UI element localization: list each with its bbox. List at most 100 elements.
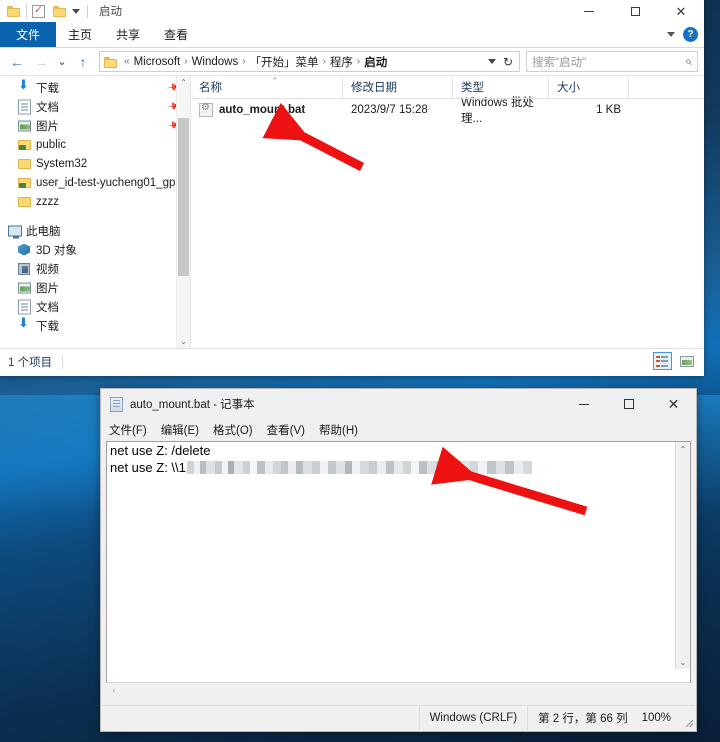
nav-list: 下载 📌 文档 📌 图片 📌 publi xyxy=(0,76,190,335)
chevron-down-icon[interactable] xyxy=(72,8,80,14)
sidebar-item-3d-objects[interactable]: 3D 对象 xyxy=(0,240,190,259)
up-arrow-icon[interactable]: ↑ xyxy=(72,51,94,73)
notepad-horizontal-scrollbar[interactable]: ‹ xyxy=(107,682,690,697)
scroll-down-icon[interactable]: ⌄ xyxy=(676,655,690,669)
sidebar-item-user-id-test[interactable]: user_id-test-yucheng01_gp2 xyxy=(0,173,190,192)
navigation-pane: 下载 📌 文档 📌 图片 📌 publi xyxy=(0,76,191,348)
folder-icon[interactable] xyxy=(7,5,21,17)
text-line-1-content: net use Z: /delete xyxy=(110,443,211,458)
tab-home[interactable]: 主页 xyxy=(56,22,104,47)
help-icon[interactable]: ? xyxy=(683,27,698,42)
qat-divider-2 xyxy=(87,4,88,18)
file-size-cell: 1 KB xyxy=(596,104,621,116)
shared-folder-icon xyxy=(18,177,31,188)
scroll-up-icon[interactable]: ⌃ xyxy=(676,442,690,456)
sidebar-item-documents-quick[interactable]: 文档 📌 xyxy=(0,97,190,116)
breadcrumb[interactable]: « Microsoft › Windows › 「开始」菜单 › 程序 › 启动… xyxy=(99,51,520,72)
sidebar-item-pictures[interactable]: 图片 xyxy=(0,278,190,297)
forward-arrow-icon[interactable]: → xyxy=(30,51,52,73)
breadcrumb-prefix: « xyxy=(124,56,130,67)
scroll-left-icon[interactable]: ‹ xyxy=(107,683,121,697)
3d-objects-icon xyxy=(18,243,30,256)
sidebar-item-public[interactable]: public xyxy=(0,135,190,154)
breadcrumb-separator: › xyxy=(356,56,361,67)
notepad-vertical-scrollbar[interactable]: ⌃ ⌄ xyxy=(675,442,690,669)
minimize-button[interactable] xyxy=(566,0,612,22)
menu-item-format[interactable]: 格式(O) xyxy=(213,422,253,438)
chevron-down-icon[interactable] xyxy=(487,59,496,64)
properties-icon[interactable] xyxy=(32,3,45,18)
download-icon xyxy=(18,77,32,95)
sidebar-item-videos[interactable]: 视频 xyxy=(0,259,190,278)
column-header-size[interactable]: 大小 xyxy=(549,76,629,98)
table-row[interactable]: auto_mount.bat 2023/9/7 15:28 Windows 批处… xyxy=(191,97,704,125)
view-mode-buttons xyxy=(653,352,696,370)
sidebar-item-zzzz[interactable]: zzzz xyxy=(0,192,190,211)
breadcrumb-item-startup[interactable]: 启动 xyxy=(362,54,389,70)
qat-divider xyxy=(26,4,27,18)
file-list-view: 名称 修改日期 类型 大小 ⌃ auto_mount.bat 2023/9/7 … xyxy=(191,76,704,348)
large-icons-view-icon[interactable] xyxy=(677,352,696,370)
sidebar-item-label: 文档 xyxy=(36,301,59,314)
desktop: 启动 ✕ 文件 主页 共享 查看 ? ← → ⌄ ↑ « xyxy=(0,0,720,742)
minimize-button[interactable] xyxy=(561,389,606,419)
chevron-down-icon[interactable] xyxy=(667,32,675,37)
breadcrumb-item-start-menu[interactable]: 「开始」菜单 xyxy=(248,54,321,70)
menu-item-edit[interactable]: 编辑(E) xyxy=(161,422,199,438)
nav-pane-scrollbar[interactable]: ⌃ ⌄ xyxy=(176,76,190,348)
resize-grip-icon[interactable] xyxy=(681,706,695,730)
chevron-down-icon[interactable]: ⌄ xyxy=(54,51,70,73)
maximize-button[interactable] xyxy=(606,389,651,419)
file-name-cell[interactable]: auto_mount.bat xyxy=(191,99,343,121)
tab-view[interactable]: 查看 xyxy=(152,22,200,47)
tab-share[interactable]: 共享 xyxy=(104,22,152,47)
document-icon xyxy=(18,99,31,114)
sidebar-item-documents[interactable]: 文档 xyxy=(0,297,190,316)
scrollbar-thumb[interactable] xyxy=(178,118,189,276)
explorer-status-bar: 1 个项目 xyxy=(0,348,704,374)
redacted-path-blur xyxy=(186,461,532,474)
breadcrumb-item-programs[interactable]: 程序 xyxy=(328,54,355,70)
bat-file-icon xyxy=(199,102,213,117)
sidebar-item-label: 此电脑 xyxy=(26,225,61,238)
window-title: 启动 xyxy=(99,6,122,18)
close-button[interactable]: ✕ xyxy=(658,0,704,22)
text-line-2-content: net use Z: \\1 xyxy=(110,460,186,475)
nav-group-gap xyxy=(0,211,190,221)
column-header-name[interactable]: 名称 xyxy=(191,76,343,98)
videos-icon xyxy=(18,262,30,275)
scroll-up-icon[interactable]: ⌃ xyxy=(177,76,190,89)
sidebar-item-downloads[interactable]: 下载 xyxy=(0,315,190,335)
maximize-button[interactable] xyxy=(612,0,658,22)
notepad-menu-bar: 文件(F) 编辑(E) 格式(O) 查看(V) 帮助(H) xyxy=(101,419,696,441)
line-ending-label: Windows (CRLF) xyxy=(418,706,528,730)
sidebar-item-downloads-quick[interactable]: 下载 📌 xyxy=(0,77,190,97)
menu-item-view[interactable]: 查看(V) xyxy=(267,422,305,438)
details-view-icon[interactable] xyxy=(653,352,672,370)
sidebar-item-system32[interactable]: System32 xyxy=(0,154,190,173)
sidebar-item-pictures-quick[interactable]: 图片 📌 xyxy=(0,116,190,135)
file-modified-cell: 2023/9/7 15:28 xyxy=(351,104,428,116)
sidebar-item-label: 图片 xyxy=(36,282,59,295)
search-input[interactable]: 搜索"启动" ⌕ xyxy=(526,51,698,72)
notepad-window-controls: ✕ xyxy=(561,389,696,419)
folder-icon xyxy=(18,158,31,169)
menu-item-file[interactable]: 文件(F) xyxy=(109,422,147,438)
tab-file[interactable]: 文件 xyxy=(0,22,57,47)
sort-indicator-icon: ⌃ xyxy=(271,76,279,86)
breadcrumb-item-windows[interactable]: Windows xyxy=(190,56,241,68)
new-folder-icon[interactable] xyxy=(53,5,67,17)
close-button[interactable]: ✕ xyxy=(651,389,696,419)
column-header-modified[interactable]: 修改日期 xyxy=(343,76,453,98)
back-arrow-icon[interactable]: ← xyxy=(6,51,28,73)
sidebar-item-this-pc[interactable]: 此电脑 xyxy=(0,221,190,240)
menu-item-help[interactable]: 帮助(H) xyxy=(319,422,358,438)
column-header-type[interactable]: 类型 xyxy=(453,76,549,98)
notepad-text-area[interactable]: net use Z: /delete net use Z: \\1 xyxy=(106,441,691,683)
explorer-title-bar: 启动 ✕ xyxy=(0,0,704,22)
sidebar-item-label: 图片 xyxy=(36,120,59,133)
refresh-icon[interactable]: ↻ xyxy=(503,55,513,69)
breadcrumb-item-microsoft[interactable]: Microsoft xyxy=(132,56,183,68)
scroll-down-icon[interactable]: ⌄ xyxy=(177,335,190,348)
notepad-window: auto_mount.bat - 记事本 ✕ 文件(F) 编辑(E) 格式(O)… xyxy=(100,388,697,732)
